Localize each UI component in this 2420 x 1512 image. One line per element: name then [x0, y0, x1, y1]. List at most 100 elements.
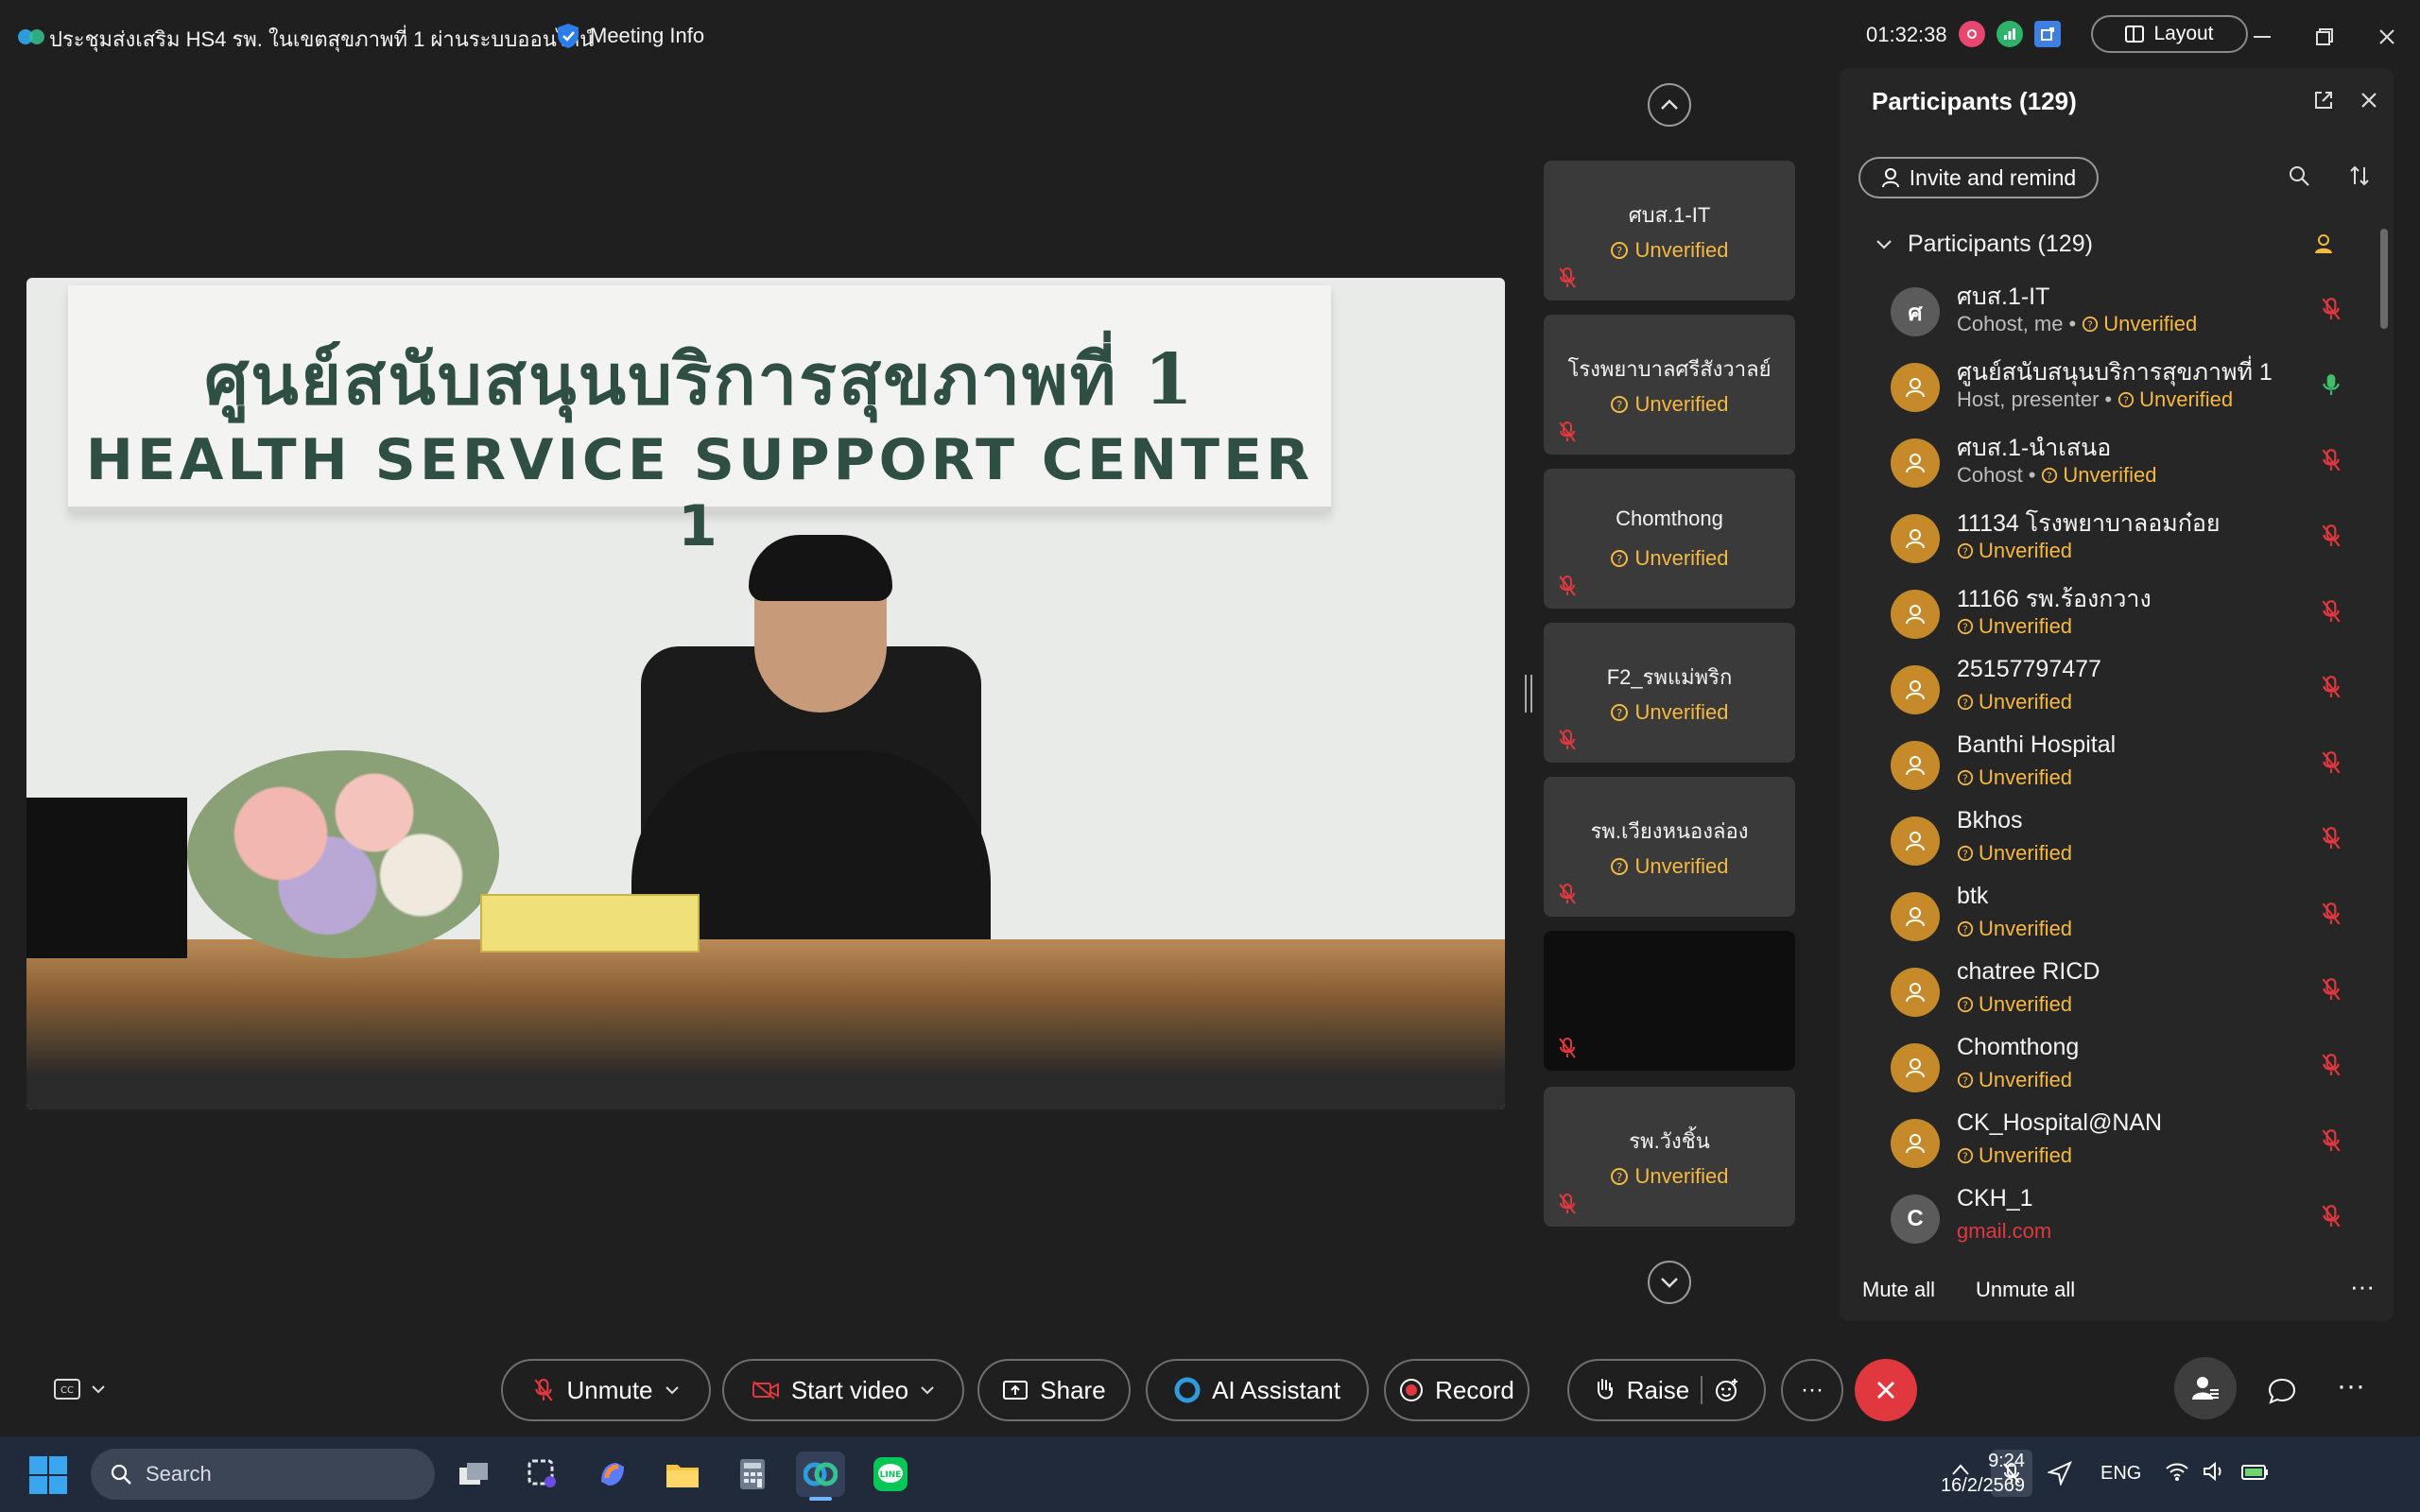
muted-mic-icon[interactable]	[2320, 599, 2342, 624]
line-app-icon[interactable]: LINE	[868, 1452, 913, 1497]
panel-resize-handle[interactable]	[1524, 675, 1533, 713]
end-meeting-button[interactable]	[1855, 1359, 1917, 1421]
invite-and-remind-button[interactable]: Invite and remind	[1858, 157, 2099, 198]
share-button[interactable]: Share	[977, 1359, 1131, 1421]
participants-group-header[interactable]: Participants (129)	[1876, 231, 2093, 258]
participant-row[interactable]: 11166 รพ.ร้องกวาง? Unverified	[1840, 580, 2378, 656]
main-video-stage[interactable]: ศูนย์สนับสนุนบริการสุขภาพที่ 1 HEALTH SE…	[26, 278, 1505, 1109]
participant-row[interactable]: Banthi Hospital? Unverified	[1840, 731, 2378, 807]
active-mic-icon[interactable]	[2320, 372, 2342, 397]
participant-thumbnail[interactable]: ศบส.1-IT ? Unverified	[1544, 161, 1795, 301]
participant-name: 11166 รพ.ร้องกวาง	[1957, 586, 2152, 612]
muted-mic-icon[interactable]	[2320, 675, 2342, 699]
muted-mic-icon[interactable]	[2320, 448, 2342, 472]
participant-thumbnail[interactable]: โรงพยาบาลศรีสังวาลย์ ? Unverified	[1544, 315, 1795, 455]
participant-row[interactable]: C CKH_1 gmail.com	[1840, 1185, 2378, 1261]
ai-assistant-button[interactable]: AI Assistant	[1146, 1359, 1369, 1421]
thumbnail-status: ? Unverified	[1544, 546, 1795, 571]
participant-row[interactable]: Chomthong? Unverified	[1840, 1034, 2378, 1109]
task-view-icon[interactable]	[452, 1452, 497, 1497]
muted-mic-icon[interactable]	[2320, 1128, 2342, 1153]
thumbnails-scroll-down-button[interactable]	[1648, 1261, 1691, 1304]
invite-label: Invite and remind	[1909, 164, 2077, 190]
participant-name: chatree RICD	[1957, 958, 2100, 985]
participant-row[interactable]: 11134 โรงพยาบาลอมก๋อย? Unverified	[1840, 505, 2378, 580]
participant-thumbnail[interactable]: F2_รพแม่พริก ? Unverified	[1544, 623, 1795, 763]
muted-mic-icon	[1559, 1194, 1576, 1214]
participants-scrollbar[interactable]	[2380, 229, 2388, 329]
muted-mic-icon[interactable]	[2320, 1204, 2342, 1228]
battery-icon[interactable]	[2240, 1461, 2271, 1482]
more-options-icon[interactable]: ···	[2337, 1370, 2365, 1402]
question-circle-icon: ?	[2118, 391, 2135, 408]
participant-row[interactable]: ศูนย์สนับสนุนบริการสุขภาพที่ 1 Host, pres…	[1840, 353, 2378, 429]
participant-thumbnail[interactable]: รพ.เวียงหนองล่อง ? Unverified	[1544, 777, 1795, 917]
snipping-tool-icon[interactable]	[520, 1452, 565, 1497]
sort-participants-button[interactable]	[2344, 161, 2375, 191]
input-language[interactable]: ENG	[2100, 1463, 2141, 1485]
participant-row[interactable]: btk? Unverified	[1840, 883, 2378, 958]
network-stats-icon[interactable]	[1996, 21, 2023, 47]
muted-mic-icon[interactable]	[2320, 977, 2342, 1002]
recording-indicator-icon[interactable]	[1959, 21, 1985, 47]
muted-mic-icon[interactable]	[2320, 297, 2342, 321]
muted-mic-icon[interactable]	[2320, 524, 2342, 548]
taskbar-search-box[interactable]: Search	[91, 1449, 435, 1500]
close-icon	[2379, 29, 2394, 44]
reactions-icon[interactable]	[1714, 1377, 1740, 1403]
chat-button[interactable]	[2261, 1370, 2303, 1412]
muted-mic-icon[interactable]	[2320, 750, 2342, 775]
copilot-icon[interactable]	[590, 1452, 635, 1497]
participant-row[interactable]: Bkhos? Unverified	[1840, 807, 2378, 883]
taskbar-clock[interactable]: 9:24 16/2/2569	[1940, 1449, 2025, 1498]
mute-all-button[interactable]: Mute all	[1862, 1278, 1935, 1302]
participant-thumbnail-video[interactable]	[1544, 931, 1795, 1071]
restore-button[interactable]	[2308, 21, 2341, 53]
participant-thumbnail[interactable]: รพ.วังชิ้น ? Unverified	[1544, 1087, 1795, 1227]
muted-mic-icon	[1559, 884, 1576, 904]
app-sharing-icon[interactable]	[2034, 21, 2061, 47]
thumbnails-scroll-up-button[interactable]	[1648, 83, 1691, 127]
participant-thumbnail[interactable]: Chomthong ? Unverified	[1544, 469, 1795, 609]
muted-mic-icon	[1559, 267, 1576, 288]
closed-captions-button[interactable]: CC	[53, 1370, 119, 1408]
record-button[interactable]: Record	[1384, 1359, 1530, 1421]
windows-start-icon[interactable]	[28, 1455, 68, 1495]
unmute-all-button[interactable]: Unmute all	[1976, 1278, 2075, 1302]
verification-status: ? Unverified	[1957, 765, 2072, 790]
webex-taskbar-icon[interactable]	[796, 1452, 845, 1497]
participants-toggle-button[interactable]	[2174, 1357, 2237, 1419]
layout-button[interactable]: Layout	[2091, 15, 2248, 53]
participant-name: ศบส.1-นำเสนอ	[1957, 435, 2112, 461]
participant-row[interactable]: ศบส.1-นำเสนอ Cohost •? Unverified	[1840, 429, 2378, 505]
unmute-button[interactable]: Unmute	[501, 1359, 711, 1421]
question-circle-icon: ?	[1957, 920, 1974, 937]
host-icon	[2315, 234, 2332, 253]
wifi-icon[interactable]	[2165, 1461, 2189, 1482]
chevron-down-icon	[92, 1385, 105, 1394]
participant-row[interactable]: CK_Hospital@NAN? Unverified	[1840, 1109, 2378, 1185]
start-video-button[interactable]: Start video	[722, 1359, 964, 1421]
location-icon[interactable]	[2048, 1461, 2072, 1486]
close-panel-button[interactable]	[2354, 85, 2384, 115]
more-controls-button[interactable]: ···	[1781, 1359, 1843, 1421]
participant-row[interactable]: ศ ศบส.1-IT Cohost, me •? Unverified	[1840, 278, 2378, 353]
participant-row[interactable]: chatree RICD ? Unverified	[1840, 958, 2378, 1034]
muted-mic-icon	[1559, 421, 1576, 442]
muted-mic-icon[interactable]	[2320, 902, 2342, 926]
meeting-info-button[interactable]: Meeting Info	[556, 19, 704, 53]
more-options-icon[interactable]: ···	[2350, 1272, 2375, 1301]
file-explorer-icon[interactable]	[660, 1452, 705, 1497]
minimize-button[interactable]	[2246, 21, 2278, 53]
verification-status: ? Unverified	[1957, 992, 2072, 1017]
muted-mic-icon[interactable]	[2320, 826, 2342, 850]
volume-icon[interactable]	[2203, 1461, 2227, 1482]
window-close-button[interactable]	[2371, 21, 2403, 53]
search-participants-button[interactable]	[2284, 161, 2314, 191]
participant-row[interactable]: 25157797477? Unverified	[1840, 656, 2378, 731]
popout-button[interactable]	[2308, 85, 2339, 115]
calculator-icon[interactable]	[730, 1452, 775, 1497]
muted-mic-icon[interactable]	[2320, 1053, 2342, 1077]
avatar	[1891, 892, 1940, 941]
raise-hand-button[interactable]: Raise	[1567, 1359, 1766, 1421]
